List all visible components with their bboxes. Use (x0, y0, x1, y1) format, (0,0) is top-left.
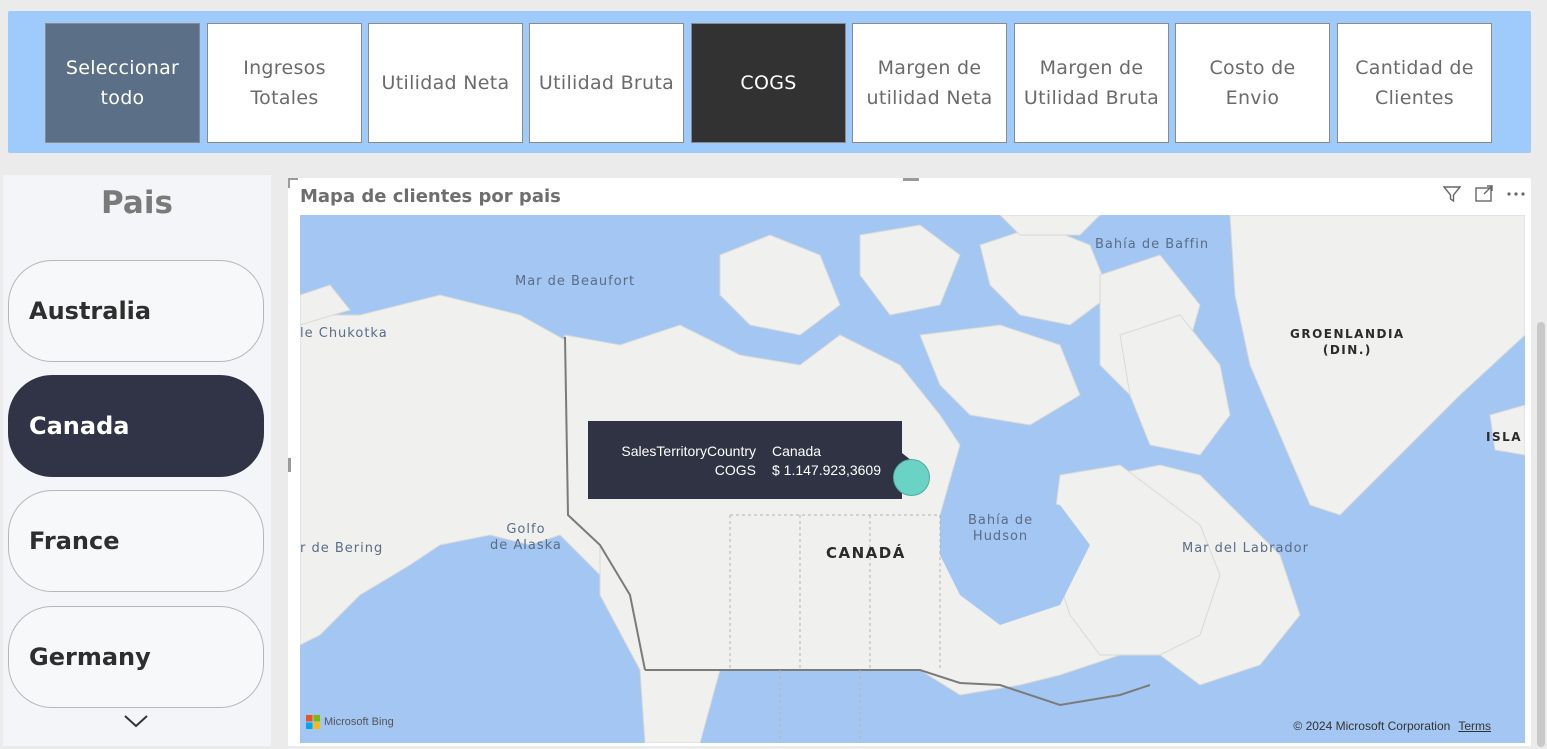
map-label-labrador: Mar del Labrador (1182, 541, 1309, 556)
country-item-germany[interactable]: Germany (8, 606, 264, 708)
resize-handle[interactable] (288, 458, 291, 472)
country-item-australia[interactable]: Australia (8, 260, 264, 362)
country-slicer-title: Pais (101, 185, 173, 221)
country-item-canada[interactable]: Canada (8, 375, 264, 477)
country-item-france[interactable]: France (8, 490, 264, 592)
cantidad-clientes-button[interactable]: Cantidad de Clientes (1337, 23, 1492, 143)
customer-map-visual: Mapa de clientes por pais Bahía de Baffi… (288, 178, 1531, 746)
tooltip-country-value: Canada (772, 443, 822, 459)
bing-attribution-text: Microsoft Bing (324, 716, 394, 728)
filter-icon[interactable] (1441, 183, 1463, 205)
map-label-golfo-alaska: Golfo de Alaska (490, 522, 562, 553)
tooltip-country-key: SalesTerritoryCountry (621, 443, 756, 459)
microsoft-logo-icon (306, 715, 320, 729)
copyright-text: © 2024 Microsoft Corporation (1293, 719, 1451, 733)
utilidad-neta-button[interactable]: Utilidad Neta (368, 23, 523, 143)
resize-handle[interactable] (288, 178, 290, 188)
map-label-baffin: Bahía de Baffin (1095, 237, 1210, 252)
map-copyright: © 2024 Microsoft Corporation Terms (1293, 719, 1491, 733)
more-options-icon[interactable] (1505, 183, 1527, 205)
tooltip-measure-key: COGS (714, 462, 756, 478)
map-label-chukotka: le Chukotka (300, 326, 388, 341)
terms-link[interactable]: Terms (1458, 719, 1491, 733)
map-label-beaufort: Mar de Beaufort (515, 274, 636, 289)
margen-utilidad-bruta-button[interactable]: Margen de Utilidad Bruta (1014, 23, 1169, 143)
chevron-down-icon[interactable] (123, 713, 149, 729)
measure-slicer: Seleccionar todo Ingresos Totales Utilid… (8, 11, 1531, 153)
canada-bubble[interactable] (893, 459, 930, 496)
visual-title: Mapa de clientes por pais (300, 186, 561, 207)
map-label-bering: r de Bering (300, 541, 384, 556)
tooltip-measure-value: $ 1.147.923,3609 (772, 462, 881, 478)
map-label-greenland: GROENLANDIA (DIN.) (1290, 327, 1405, 357)
country-slicer: Pais Australia Canada France Germany (3, 175, 271, 746)
page-scrollbar[interactable] (1537, 322, 1545, 747)
map-label-canada: CANADÁ (826, 544, 906, 562)
ingresos-totales-button[interactable]: Ingresos Totales (207, 23, 362, 143)
map-label-hudson: Bahía de Hudson (968, 513, 1034, 544)
margen-utilidad-neta-button[interactable]: Margen de utilidad Neta (852, 23, 1007, 143)
costo-envio-button[interactable]: Costo de Envio (1175, 23, 1330, 143)
bing-map[interactable]: Bahía de Baffin Mar de Beaufort le Chuko… (300, 215, 1525, 743)
resize-handle[interactable] (903, 178, 919, 181)
utilidad-bruta-button[interactable]: Utilidad Bruta (529, 23, 684, 143)
bing-attribution: Microsoft Bing (306, 715, 394, 729)
select-all-button[interactable]: Seleccionar todo (45, 23, 200, 143)
map-label-isla: ISLA (1486, 430, 1523, 444)
cogs-button[interactable]: COGS (691, 23, 846, 143)
map-tooltip: SalesTerritoryCountry Canada COGS $ 1.14… (588, 421, 902, 499)
focus-mode-icon[interactable] (1473, 183, 1495, 205)
